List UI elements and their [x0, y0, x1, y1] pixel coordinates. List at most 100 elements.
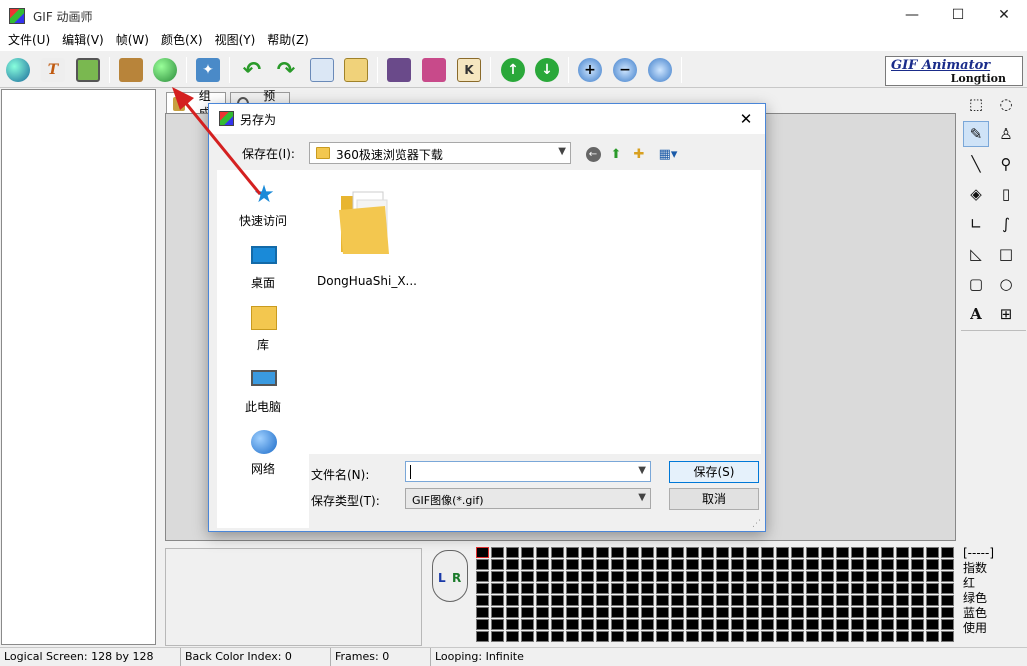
- palette-cell[interactable]: [686, 619, 699, 630]
- move-down-button[interactable]: ↓: [532, 55, 562, 85]
- palette-cell[interactable]: [581, 607, 594, 618]
- palette-cell[interactable]: [521, 583, 534, 594]
- palette-cell[interactable]: [746, 631, 759, 642]
- pencil-icon[interactable]: ✎: [963, 121, 989, 147]
- palette-cell[interactable]: [611, 631, 624, 642]
- back-button[interactable]: ←: [584, 145, 602, 163]
- palette-cell[interactable]: [866, 595, 879, 606]
- palette-cell[interactable]: [551, 607, 564, 618]
- palette-cell[interactable]: [566, 571, 579, 582]
- palette-cell[interactable]: [896, 559, 909, 570]
- place-library[interactable]: 库: [217, 302, 309, 360]
- palette-cell[interactable]: [506, 607, 519, 618]
- palette-cell[interactable]: [626, 595, 639, 606]
- palette-cell[interactable]: [581, 619, 594, 630]
- palette-cell[interactable]: [596, 619, 609, 630]
- paste-button[interactable]: [341, 55, 371, 85]
- palette-cell[interactable]: [686, 607, 699, 618]
- palette-cell[interactable]: [821, 631, 834, 642]
- palette-cell[interactable]: [851, 619, 864, 630]
- palette-cell[interactable]: [581, 583, 594, 594]
- palette-cell[interactable]: [941, 619, 954, 630]
- palette-cell[interactable]: [641, 607, 654, 618]
- palette-cell[interactable]: [866, 607, 879, 618]
- palette-cell[interactable]: [941, 547, 954, 558]
- palette-cell[interactable]: [491, 571, 504, 582]
- properties-button[interactable]: K: [454, 55, 484, 85]
- save-in-dropdown[interactable]: 360极速浏览器下载 ▼: [309, 142, 571, 164]
- palette-cell[interactable]: [566, 559, 579, 570]
- palette-cell[interactable]: [761, 547, 774, 558]
- palette-cell[interactable]: [746, 547, 759, 558]
- palette-cell[interactable]: [596, 559, 609, 570]
- palette-cell[interactable]: [581, 631, 594, 642]
- palette-cell[interactable]: [851, 595, 864, 606]
- palette-cell[interactable]: [656, 559, 669, 570]
- resize-grip-icon[interactable]: ⋰: [752, 519, 761, 529]
- palette-cell[interactable]: [806, 571, 819, 582]
- palette-cell[interactable]: [836, 547, 849, 558]
- palette-cell[interactable]: [506, 619, 519, 630]
- palette-cell[interactable]: [776, 583, 789, 594]
- palette-cell[interactable]: [731, 631, 744, 642]
- palette-cell[interactable]: [746, 583, 759, 594]
- palette-cell[interactable]: [566, 607, 579, 618]
- palette-cell[interactable]: [881, 619, 894, 630]
- palette-cell[interactable]: [806, 619, 819, 630]
- palette-cell[interactable]: [566, 583, 579, 594]
- palette-cell[interactable]: [701, 547, 714, 558]
- palette-cell[interactable]: [746, 559, 759, 570]
- up-folder-button[interactable]: ⬆: [607, 145, 625, 163]
- palette-cell[interactable]: [596, 631, 609, 642]
- palette-cell[interactable]: [476, 595, 489, 606]
- palette-cell[interactable]: [941, 571, 954, 582]
- palette-cell[interactable]: [551, 619, 564, 630]
- palette-cell[interactable]: [506, 571, 519, 582]
- palette-cell[interactable]: [536, 595, 549, 606]
- palette-cell[interactable]: [551, 631, 564, 642]
- palette-cell[interactable]: [866, 547, 879, 558]
- palette-cell[interactable]: [836, 595, 849, 606]
- palette-cell[interactable]: [761, 571, 774, 582]
- palette-cell[interactable]: [731, 583, 744, 594]
- palette-cell[interactable]: [926, 583, 939, 594]
- palette-cell[interactable]: [776, 547, 789, 558]
- palette-cell[interactable]: [521, 547, 534, 558]
- palette-cell[interactable]: [656, 619, 669, 630]
- palette-cell[interactable]: [881, 559, 894, 570]
- palette-cell[interactable]: [506, 595, 519, 606]
- palette-cell[interactable]: [806, 583, 819, 594]
- dialog-save-button[interactable]: 保存(S): [669, 461, 759, 483]
- palette-cell[interactable]: [851, 547, 864, 558]
- palette-cell[interactable]: [476, 547, 489, 558]
- palette-cell[interactable]: [911, 631, 924, 642]
- palette-cell[interactable]: [701, 583, 714, 594]
- menu-frame[interactable]: 帧(W): [110, 30, 155, 51]
- palette-cell[interactable]: [611, 559, 624, 570]
- palette-cell[interactable]: [536, 583, 549, 594]
- palette-cell[interactable]: [491, 547, 504, 558]
- palette-cell[interactable]: [791, 583, 804, 594]
- palette-cell[interactable]: [656, 607, 669, 618]
- place-network[interactable]: 网络: [217, 426, 309, 484]
- palette-cell[interactable]: [611, 619, 624, 630]
- palette-cell[interactable]: [731, 619, 744, 630]
- palette-cell[interactable]: [626, 547, 639, 558]
- palette-cell[interactable]: [491, 607, 504, 618]
- palette-cell[interactable]: [551, 571, 564, 582]
- palette-cell[interactable]: [746, 571, 759, 582]
- palette-cell[interactable]: [521, 607, 534, 618]
- palette-cell[interactable]: [716, 631, 729, 642]
- palette-cell[interactable]: [581, 547, 594, 558]
- palette-cell[interactable]: [866, 559, 879, 570]
- dialog-close-button[interactable]: ✕: [731, 104, 761, 134]
- palette-cell[interactable]: [911, 583, 924, 594]
- frame-list-panel[interactable]: [1, 89, 156, 645]
- palette-cell[interactable]: [926, 559, 939, 570]
- eyedropper-icon[interactable]: ⚲: [993, 151, 1019, 177]
- palette-cell[interactable]: [851, 607, 864, 618]
- palette-cell[interactable]: [881, 631, 894, 642]
- palette-cell[interactable]: [656, 595, 669, 606]
- color-palette[interactable]: [476, 547, 958, 645]
- palette-cell[interactable]: [881, 595, 894, 606]
